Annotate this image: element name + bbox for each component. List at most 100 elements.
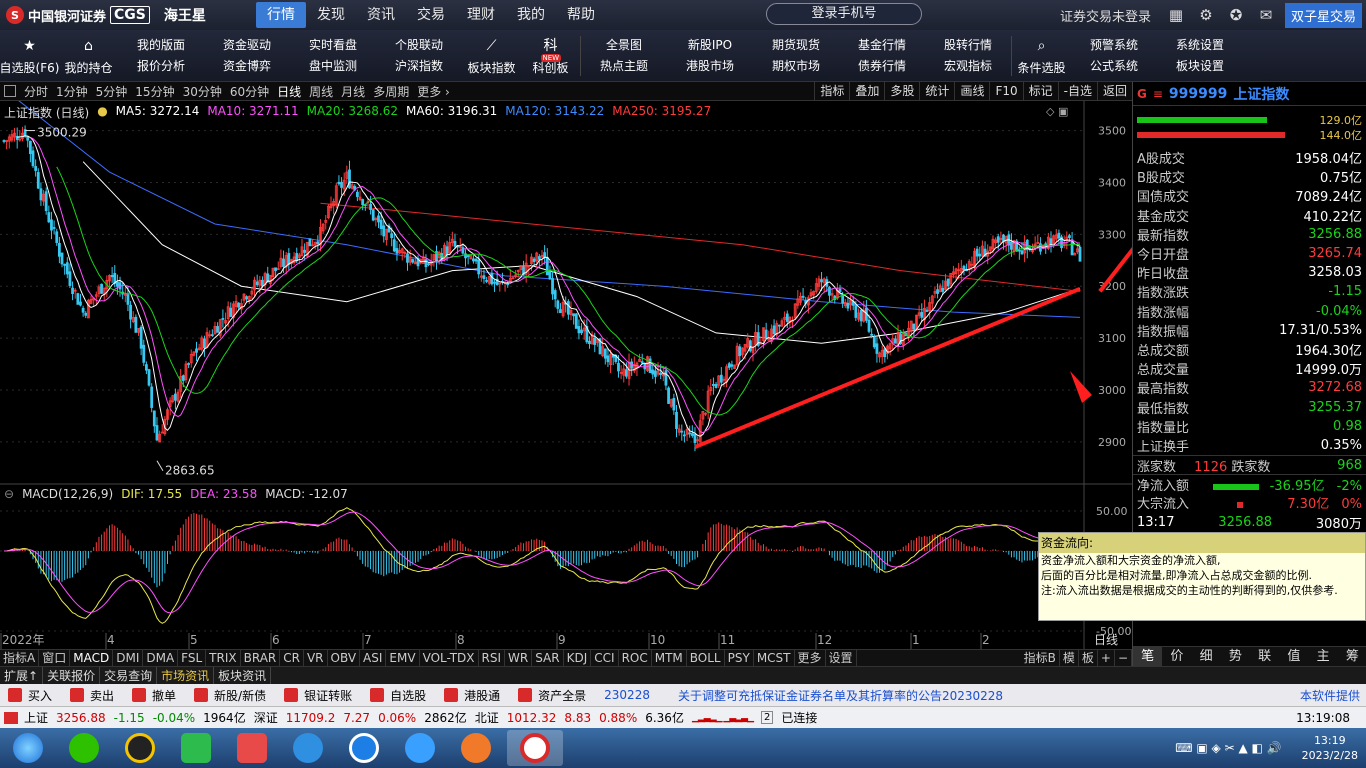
help-text[interactable]: 本软件提供 <box>1300 687 1360 704</box>
grid-icon[interactable]: ▦ <box>1167 6 1185 24</box>
dual-star-trade-button[interactable]: 双子星交易 <box>1284 2 1362 28</box>
trade-button-港股通[interactable]: 港股通 <box>444 687 500 704</box>
minus-icon[interactable]: − <box>1115 650 1132 667</box>
period-tab-5分钟[interactable]: 5分钟 <box>92 83 132 100</box>
taskbar-flag[interactable] <box>451 730 501 766</box>
info-tab-交易查询[interactable]: 交易查询 <box>100 667 158 684</box>
layout-toggle-icon[interactable] <box>4 85 16 97</box>
toolbar-link-盘中监测[interactable]: 盘中监测 <box>309 56 357 77</box>
toolbar-link-资金博弈[interactable]: 资金博弈 <box>223 56 271 77</box>
menu-item-发现[interactable]: 发现 <box>306 2 356 28</box>
indicator-tab-BRAR[interactable]: BRAR <box>241 649 281 667</box>
indicator-tab-FSL[interactable]: FSL <box>178 649 207 667</box>
toolbar-item-我的持仓[interactable]: ⌂ 我的持仓 <box>59 30 118 82</box>
indicator-tab-更多[interactable]: 更多 <box>795 649 826 667</box>
toolbar-link-热点主题[interactable]: 热点主题 <box>600 56 648 77</box>
indicator-tab-DMA[interactable]: DMA <box>143 649 179 667</box>
toolbar-link-实时看盘[interactable]: 实时看盘 <box>309 35 357 56</box>
indicator-tab-指标A[interactable]: 指标A <box>0 649 40 667</box>
toolbar-link-板块设置[interactable]: 板块设置 <box>1176 56 1224 77</box>
period-tab-更多 ›[interactable]: 更多 › <box>413 83 454 100</box>
indicator-tab-板[interactable]: 板 <box>1079 650 1098 667</box>
panel-tab-细[interactable]: 细 <box>1192 647 1221 666</box>
toolbar-link-系统设置[interactable]: 系统设置 <box>1176 35 1224 56</box>
menu-item-帮助[interactable]: 帮助 <box>556 2 606 28</box>
toolbar-link-股转行情[interactable]: 股转行情 <box>944 35 992 56</box>
toolbar-link-期权市场[interactable]: 期权市场 <box>772 56 820 77</box>
trade-button-银证转账[interactable]: 银证转账 <box>284 687 352 704</box>
trade-button-资产全景[interactable]: 资产全景 <box>518 687 586 704</box>
panel-tab-联[interactable]: 联 <box>1250 647 1279 666</box>
indicator-tab-VOL-TDX[interactable]: VOL-TDX <box>420 649 479 667</box>
panel-tab-价[interactable]: 价 <box>1162 647 1191 666</box>
period-tab-日线[interactable]: 日线 <box>273 83 305 100</box>
chart-tool-标记[interactable]: 标记 <box>1022 82 1058 101</box>
toolbar-link-新股IPO[interactable]: 新股IPO <box>688 35 732 56</box>
indicator-tab-CCI[interactable]: CCI <box>591 649 619 667</box>
menu-item-理财[interactable]: 理财 <box>456 2 506 28</box>
menu-icon[interactable]: ≡ <box>1153 87 1163 101</box>
kline-chart-area[interactable]: 2900 3000 3100 3200 3300 3400 3500 3500.29 2863.… <box>0 101 1132 649</box>
taskbar-cards[interactable] <box>227 730 277 766</box>
login-phone-field[interactable]: 登录手机号 <box>766 3 922 25</box>
toolbar-link-公式系统[interactable]: 公式系统 <box>1090 56 1138 77</box>
taskbar-sync[interactable] <box>395 730 445 766</box>
period-tab-15分钟[interactable]: 15分钟 <box>131 83 178 100</box>
tray-icons[interactable]: ⌨ ▣ ◈ ✂ ▲ ◧ 🔊 <box>1175 741 1281 755</box>
indicator-tab-WR[interactable]: WR <box>505 649 533 667</box>
menu-item-资讯[interactable]: 资讯 <box>356 2 406 28</box>
indicator-tab-PSY[interactable]: PSY <box>725 649 754 667</box>
indicator-tab-EMV[interactable]: EMV <box>386 649 420 667</box>
indicator-tab-SAR[interactable]: SAR <box>532 649 564 667</box>
toolbar-link-预警系统[interactable]: 预警系统 <box>1090 35 1138 56</box>
gear-icon[interactable]: ⚙ <box>1197 6 1215 24</box>
trade-button-自选股[interactable]: 自选股 <box>370 687 426 704</box>
info-tab-扩展↑[interactable]: 扩展↑ <box>0 667 44 684</box>
start-button[interactable] <box>3 730 53 766</box>
menu-item-行情[interactable]: 行情 <box>256 2 306 28</box>
toolbar-link-资金驱动[interactable]: 资金驱动 <box>223 35 271 56</box>
indicator-tab-BOLL[interactable]: BOLL <box>687 649 725 667</box>
chart-tool-F10[interactable]: F10 <box>989 82 1022 101</box>
chart-tool-多股[interactable]: 多股 <box>884 82 919 101</box>
menu-item-我的[interactable]: 我的 <box>506 2 556 28</box>
chart-tool-叠加[interactable]: 叠加 <box>849 82 884 101</box>
taskbar-qq[interactable] <box>115 730 165 766</box>
indicator-tab-模[interactable]: 模 <box>1060 650 1079 667</box>
toolbar-item-自选股(F6)[interactable]: ★ 自选股(F6) <box>0 30 59 82</box>
indicator-tab-KDJ[interactable]: KDJ <box>564 649 592 667</box>
taskbar-ie[interactable] <box>283 730 333 766</box>
indicator-tab-DMI[interactable]: DMI <box>113 649 144 667</box>
chart-tool-指标[interactable]: 指标 <box>814 82 849 101</box>
toolbar-item-板块指数[interactable]: ⟋ 板块指数 <box>462 30 521 82</box>
info-tab-市场资讯[interactable]: 市场资讯 <box>157 667 215 684</box>
indicator-tab-OBV[interactable]: OBV <box>328 649 361 667</box>
toolbar-link-全景图[interactable]: 全景图 <box>606 35 642 56</box>
panel-tab-值[interactable]: 值 <box>1279 647 1308 666</box>
period-tab-60分钟[interactable]: 60分钟 <box>226 83 273 100</box>
indicator-tab-TRIX[interactable]: TRIX <box>206 649 241 667</box>
taskbar-galaxy[interactable] <box>507 730 563 766</box>
trade-button-买入[interactable]: 买入 <box>8 687 52 704</box>
panel-tab-笔[interactable]: 笔 <box>1133 647 1163 666</box>
indicator-tab-指标B[interactable]: 指标B <box>1021 650 1060 667</box>
taskbar-iqiyi[interactable] <box>171 730 221 766</box>
message-icon[interactable]: ✉ <box>1257 6 1275 24</box>
period-tab-1分钟[interactable]: 1分钟 <box>52 83 92 100</box>
taskbar-wechat[interactable] <box>59 730 109 766</box>
toolbar-link-沪深指数[interactable]: 沪深指数 <box>395 56 443 77</box>
toolbar-link-个股联动[interactable]: 个股联动 <box>395 35 443 56</box>
indicator-tab-ASI[interactable]: ASI <box>360 649 387 667</box>
toolbar-item-科创板[interactable]: 科NEW 科创板 <box>521 30 580 82</box>
news-ticker-b[interactable]: 关于调整可充抵保证金证券名单及其折算率的公告20230228 <box>678 687 1003 704</box>
tray-clock[interactable]: 13:19 2023/2/28 <box>1302 733 1358 763</box>
toolbar-link-港股市场[interactable]: 港股市场 <box>686 56 734 77</box>
toolbar-link-报价分析[interactable]: 报价分析 <box>137 56 185 77</box>
toolbar-link-宏观指标[interactable]: 宏观指标 <box>944 56 992 77</box>
trade-button-撤单[interactable]: 撤单 <box>132 687 176 704</box>
panel-tab-筹[interactable]: 筹 <box>1338 647 1366 666</box>
toolbar-link-基金行情[interactable]: 基金行情 <box>858 35 906 56</box>
period-tab-周线[interactable]: 周线 <box>305 83 337 100</box>
news-ticker-a[interactable]: 230228 <box>604 688 650 702</box>
chart-tool-统计[interactable]: 统计 <box>919 82 954 101</box>
